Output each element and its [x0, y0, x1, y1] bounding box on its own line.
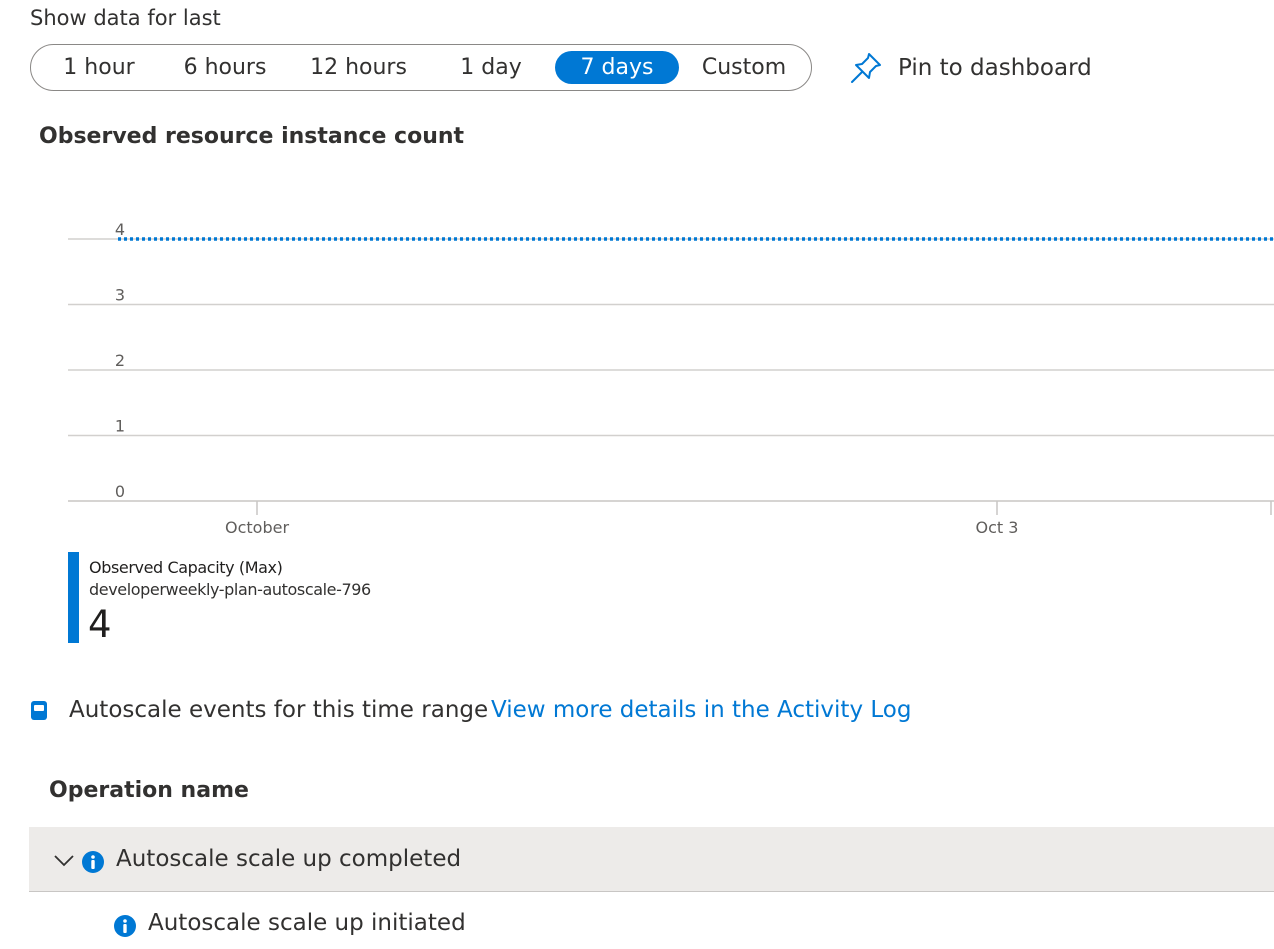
y-tick-label: 0	[115, 482, 125, 501]
legend-series-name[interactable]: Observed Capacity (Max)	[89, 558, 283, 577]
pin-icon	[851, 53, 881, 83]
x-tick-label: Oct 3	[976, 518, 1019, 537]
range-option-1-hour[interactable]: 1 hour	[51, 51, 147, 84]
events-description: Autoscale events for this time range	[69, 697, 489, 723]
range-option-1-day[interactable]: 1 day	[446, 51, 536, 84]
operation-name-cell: Autoscale scale up completed	[116, 846, 462, 872]
legend-color-bar	[68, 552, 79, 643]
range-option-12-hours[interactable]: 12 hours	[301, 51, 416, 84]
legend-value: 4	[88, 603, 112, 646]
range-option-custom[interactable]: Custom	[693, 51, 795, 84]
instance-count-chart: 0 1 2 3 4 October Oct 3	[68, 220, 1274, 537]
pin-to-dashboard-button[interactable]: Pin to dashboard	[848, 50, 1092, 86]
x-tick-label: October	[225, 518, 289, 537]
show-data-label: Show data for last	[30, 6, 221, 30]
time-range-selector: 1 hour 6 hours 12 hours 1 day 7 days Cus…	[30, 44, 812, 91]
operation-name-cell[interactable]: Autoscale scale up initiated	[148, 910, 466, 936]
info-icon	[82, 851, 104, 873]
range-option-6-hours[interactable]: 6 hours	[171, 51, 279, 84]
y-tick-label: 2	[115, 351, 125, 370]
legend-resource-name: developerweekly-plan-autoscale-796	[89, 580, 371, 599]
info-icon	[114, 915, 136, 937]
pin-label: Pin to dashboard	[898, 55, 1092, 81]
log-icon	[31, 701, 47, 720]
chevron-down-icon[interactable]	[52, 848, 76, 872]
operation-name-column-header: Operation name	[49, 778, 249, 803]
range-option-7-days[interactable]: 7 days	[555, 51, 679, 84]
y-tick-label: 4	[115, 220, 125, 239]
y-tick-label: 3	[115, 286, 125, 305]
chart-title: Observed resource instance count	[39, 124, 465, 149]
activity-log-link[interactable]: View more details in the Activity Log	[491, 697, 911, 723]
y-tick-label: 1	[115, 417, 125, 436]
